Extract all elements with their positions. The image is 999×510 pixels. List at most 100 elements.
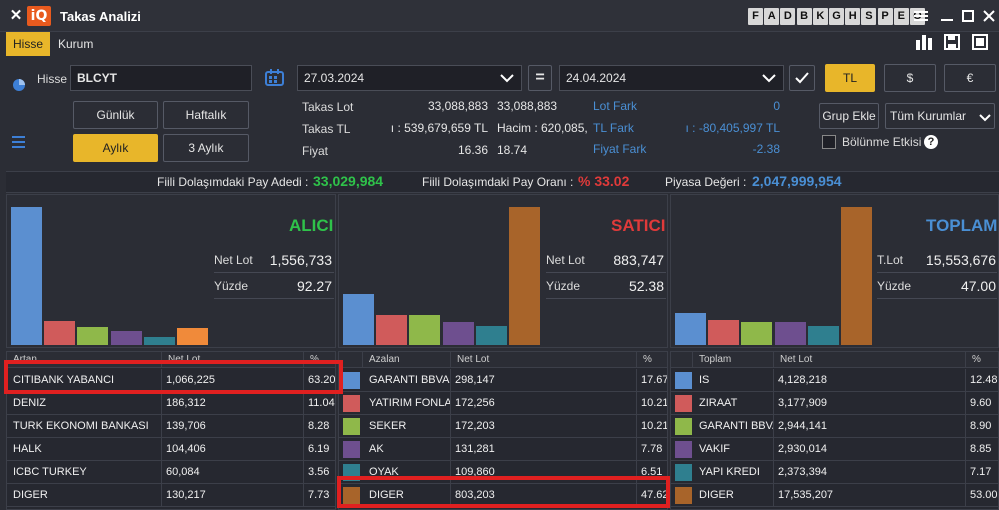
save-icon[interactable] — [944, 34, 964, 52]
bar-oyak — [475, 326, 507, 345]
date-to-field[interactable]: 24.04.2024 — [559, 65, 784, 91]
divider — [877, 298, 997, 299]
bar-chart-icon[interactable] — [915, 34, 935, 52]
bar-icbc-turkey — [143, 337, 175, 345]
broker-name: AK — [363, 438, 451, 460]
table-row[interactable]: HALK 104,406 6.19 — [7, 438, 335, 461]
satici-net-lot-value: 883,747 — [613, 252, 664, 268]
broker-name: DIGER — [7, 484, 162, 506]
chevron-down-icon[interactable] — [979, 111, 991, 122]
fiyat-value-2: 18.74 — [497, 143, 528, 157]
net-lot: 172,203 — [451, 415, 637, 437]
table-row[interactable]: VAKIF 2,930,014 8.85 — [671, 438, 998, 461]
minimize-icon[interactable] — [938, 6, 956, 26]
table-row[interactable]: DIGER 803,203 47.62 — [339, 484, 667, 507]
letter-button-a[interactable]: A — [764, 8, 780, 25]
column-header[interactable]: Net Lot — [162, 352, 304, 368]
letter-button-f[interactable]: F — [748, 8, 763, 25]
pie-chart-icon[interactable] — [11, 77, 27, 93]
confirm-button[interactable] — [789, 65, 815, 91]
column-header[interactable]: Toplam — [693, 352, 774, 368]
table-row[interactable]: IS 4,128,218 12.48 — [671, 369, 998, 392]
hisse-input[interactable]: BLCYT — [70, 65, 252, 91]
table-row[interactable]: GARANTI BBVA 2,944,141 8.90 — [671, 415, 998, 438]
letter-button-p[interactable]: P — [877, 8, 893, 25]
maximize-icon[interactable] — [959, 6, 977, 26]
tab-hisse[interactable]: Hisse — [6, 32, 50, 56]
table-row[interactable]: SEKER 172,203 10.21 — [339, 415, 667, 438]
net-lot: 131,281 — [451, 438, 637, 460]
color-swatch — [343, 418, 360, 435]
column-header[interactable]: Net Lot — [451, 352, 637, 368]
percent: 8.90 — [966, 415, 998, 437]
close-icon[interactable]: ✕ — [8, 8, 24, 24]
help-icon[interactable]: ? — [924, 135, 938, 149]
table-row[interactable]: YAPI KREDI 2,373,394 7.17 — [671, 461, 998, 484]
piyasa-label: Piyasa Değeri : — [665, 175, 747, 189]
column-header[interactable]: % — [637, 352, 667, 368]
date-from-field[interactable]: 27.03.2024 — [297, 65, 522, 91]
table-row[interactable]: DENIZ 186,312 11.04 — [7, 392, 335, 415]
period-gunluk-button[interactable]: Günlük — [73, 101, 158, 129]
letter-button-d[interactable]: D — [780, 8, 796, 25]
toplam-yuzde-value: 47.00 — [960, 278, 996, 294]
bar-ak — [442, 322, 474, 345]
currency-eur-button[interactable]: € — [944, 64, 996, 92]
fiyat-fark-value: -2.38 — [752, 142, 780, 156]
window-close-icon[interactable] — [980, 6, 998, 26]
period-aylik-button[interactable]: Aylık — [73, 134, 158, 162]
letter-button-g[interactable]: G — [829, 8, 844, 25]
net-lot: 803,203 — [451, 484, 637, 506]
column-header[interactable]: Azalan — [363, 352, 451, 368]
table-row[interactable]: ZIRAAT 3,177,909 9.60 — [671, 392, 998, 415]
column-header[interactable]: Net Lot — [774, 352, 966, 368]
calendar-icon[interactable] — [264, 69, 286, 87]
table-row[interactable]: AK 131,281 7.78 — [339, 438, 667, 461]
letter-button-s[interactable]: S — [861, 8, 877, 25]
currency-usd-button[interactable]: $ — [884, 64, 936, 92]
currency-tl-button[interactable]: TL — [825, 64, 875, 92]
period-haftalik-button[interactable]: Haftalık — [163, 101, 249, 129]
tab-kurum[interactable]: Kurum — [58, 32, 93, 56]
alici-chart — [9, 195, 209, 345]
fiyat-fark-label: Fiyat Fark — [593, 142, 647, 156]
table-row[interactable]: GARANTI BBVA 298,147 17.67 — [339, 369, 667, 392]
broker-name: OYAK — [363, 461, 451, 483]
column-header[interactable]: % — [304, 352, 335, 368]
table-row[interactable]: OYAK 109,860 6.51 — [339, 461, 667, 484]
table-row[interactable]: TURK EKONOMI BANKASI 139,706 8.28 — [7, 415, 335, 438]
color-swatch — [675, 487, 692, 504]
takas-lot-value-2: 33,088,883 — [497, 99, 558, 113]
table-row[interactable]: DIGER 17,535,207 53.00 — [671, 484, 998, 507]
net-lot: 2,930,014 — [774, 438, 966, 460]
chevron-down-icon[interactable] — [500, 72, 516, 84]
chevron-down-icon[interactable] — [762, 72, 778, 84]
net-lot: 186,312 — [162, 392, 304, 414]
bolunme-checkbox[interactable] — [822, 135, 836, 149]
table-row[interactable]: YATIRIM FONLARI172,25610.21 — [339, 392, 667, 415]
column-header[interactable]: % — [966, 352, 998, 368]
color-swatch — [343, 395, 360, 412]
letter-button-e[interactable]: E — [893, 8, 909, 25]
letter-button-k[interactable]: K — [812, 8, 828, 25]
table-row[interactable]: ICBC TURKEY 60,084 3.56 — [7, 461, 335, 484]
table-row[interactable]: CITIBANK YABANCI 1,066,225 63.20 — [7, 369, 335, 392]
grup-ekle-button[interactable]: Grup Ekle — [819, 103, 879, 129]
letter-button-b[interactable]: B — [796, 8, 812, 25]
broker-name: TURK EKONOMI BANKASI — [7, 415, 162, 437]
broker-name: DIGER — [693, 484, 774, 506]
fiyat-label: Fiyat — [302, 144, 329, 158]
table-row[interactable]: DIGER 130,217 7.73 — [7, 484, 335, 507]
column-header[interactable]: Artan — [7, 352, 162, 368]
bar-is — [675, 312, 706, 345]
percent: 17.67 — [637, 369, 667, 391]
letter-button-h[interactable]: H — [845, 8, 861, 25]
period-3aylik-button[interactable]: 3 Aylık — [163, 134, 249, 162]
layout-menu-icon[interactable] — [912, 6, 930, 26]
percent: 12.48 — [966, 369, 998, 391]
equals-button[interactable]: = — [528, 65, 552, 91]
lot-fark-value: 0 — [773, 99, 780, 113]
satici-title: SATICI — [611, 216, 666, 235]
expand-icon[interactable] — [972, 34, 992, 52]
list-menu-icon[interactable] — [11, 135, 27, 151]
